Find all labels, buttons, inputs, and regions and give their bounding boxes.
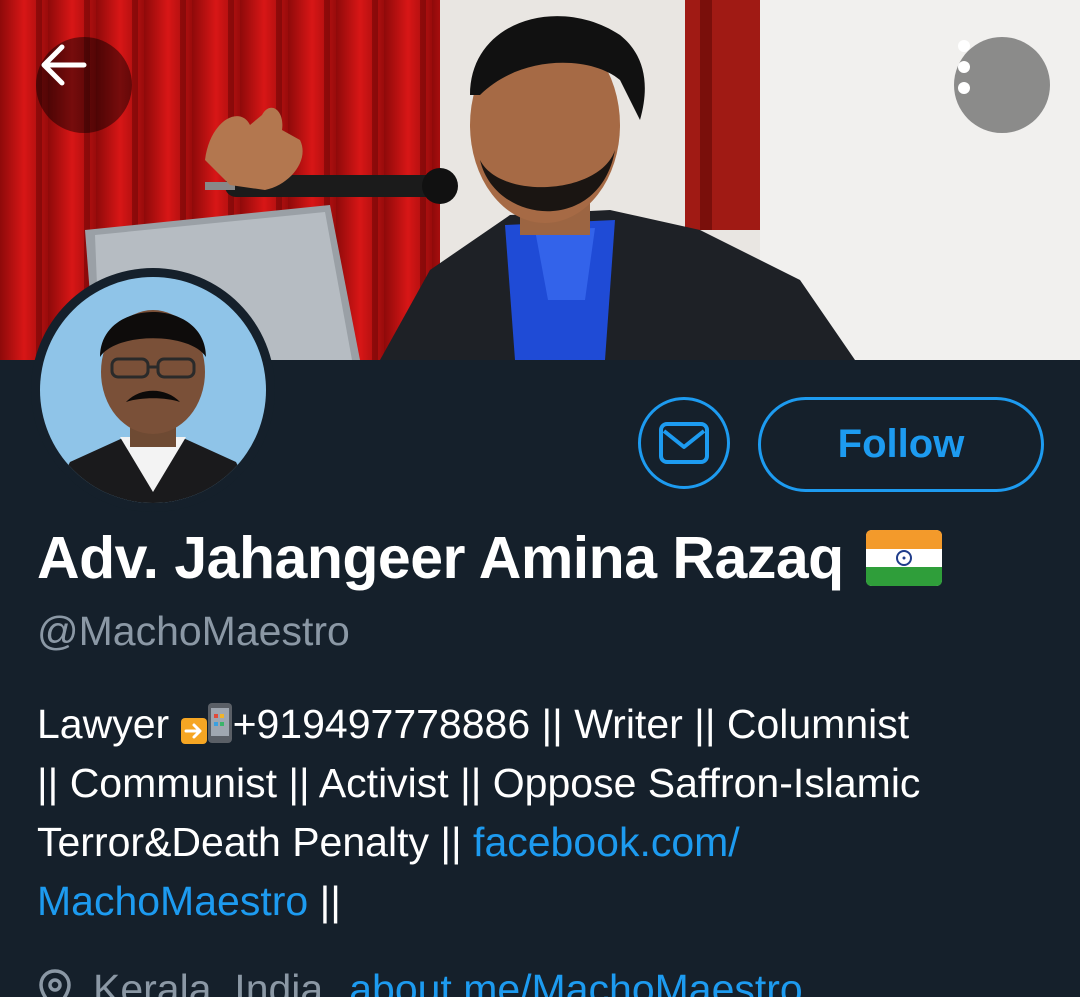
india-flag-icon	[865, 530, 942, 586]
follow-button[interactable]: Follow	[758, 397, 1044, 492]
bio-text: ||	[308, 878, 341, 924]
bio-text: +919497778886 || Writer || Columnist	[232, 701, 910, 747]
more-options-button[interactable]	[954, 37, 1050, 133]
website-link[interactable]: about.me/MachoMaestro	[349, 966, 803, 997]
location-pin-icon	[39, 968, 71, 997]
mobile-phone-emoji-icon	[207, 703, 232, 743]
profile-bio: Lawyer +919497778886 || Writer || Column…	[37, 695, 1047, 931]
more-vertical-icon	[958, 40, 970, 94]
name-row: Adv. Jahangeer Amina Razaq	[37, 523, 942, 593]
arrow-right-emoji-icon	[180, 718, 207, 744]
facebook-link-continued[interactable]: MachoMaestro	[37, 878, 308, 924]
location-text: Kerala, India	[93, 966, 324, 997]
avatar[interactable]	[31, 268, 275, 512]
arrow-left-icon	[41, 44, 87, 86]
facebook-link[interactable]: facebook.com/	[473, 819, 740, 865]
bio-line-4: MachoMaestro ||	[37, 872, 1047, 931]
bio-line-3: Terror&Death Penalty || facebook.com/	[37, 813, 1047, 872]
username-handle: @MachoMaestro	[37, 608, 350, 654]
bio-line-2: || Communist || Activist || Oppose Saffr…	[37, 760, 921, 806]
bio-text: Terror&Death Penalty ||	[37, 819, 474, 865]
profile-meta-row: Kerala, India about.me/MachoMaestro	[37, 966, 803, 997]
display-name: Adv. Jahangeer Amina Razaq	[37, 525, 844, 591]
envelope-icon	[659, 422, 709, 464]
back-button[interactable]	[36, 37, 132, 133]
profile-screen: Follow Adv. Jahangeer Amina Razaq @Macho…	[0, 0, 1080, 997]
bio-line-1: Lawyer +919497778886 || Writer || Column…	[37, 695, 1047, 754]
bio-text: Lawyer	[37, 701, 181, 747]
message-button[interactable]	[638, 397, 730, 489]
avatar-photo	[40, 277, 266, 503]
